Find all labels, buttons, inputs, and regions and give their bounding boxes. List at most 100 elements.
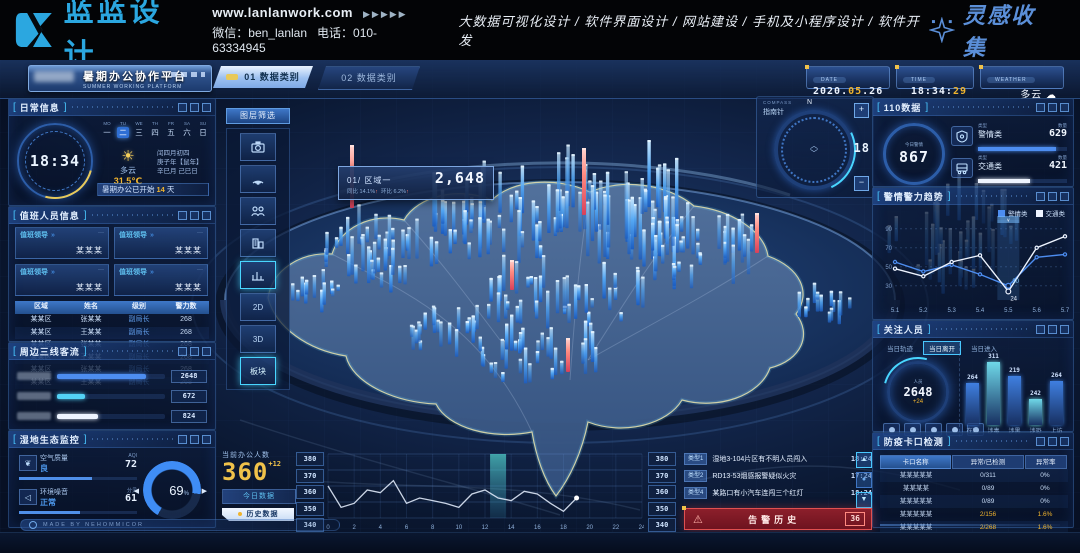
table-header-cell[interactable]: 级别 xyxy=(115,301,163,314)
dots-decoration: ··· xyxy=(98,230,104,236)
table-header-cell[interactable]: 姓名 xyxy=(67,301,115,314)
inspiration-collect[interactable]: 灵感收集 xyxy=(929,0,1058,62)
table-cell: 268 xyxy=(163,314,209,327)
yaxis-box: 350 xyxy=(648,502,676,516)
checkpoint-rate: 0% xyxy=(1024,482,1066,495)
alert-row[interactable]: 类型4某路口有小汽车连闯三个红灯18:24 xyxy=(684,486,872,500)
layer-button-building[interactable] xyxy=(240,229,276,257)
focus-bar-fill xyxy=(1050,381,1063,425)
svg-text:70: 70 xyxy=(885,246,892,252)
alert-down-button[interactable]: ▼ xyxy=(856,492,872,508)
restore-icon xyxy=(190,103,199,112)
restore-icon xyxy=(190,347,199,356)
lunar-line: 辛巳月 己巳日 xyxy=(157,167,203,176)
tab-data-category-2[interactable]: 02 数据类别 xyxy=(318,66,420,90)
air-quality-metric: ❦ 空气质量 良 AQI 72 xyxy=(19,453,137,480)
alert-row[interactable]: 类型2RD13-53烟感报警疑似火灾17:24 xyxy=(684,469,872,483)
checkpoint-row[interactable]: 某某某某某2/1561.6% xyxy=(880,508,1068,521)
svg-text:6: 6 xyxy=(405,525,409,531)
minimize-icon xyxy=(1036,103,1045,112)
weekday-cell[interactable]: SA六 xyxy=(181,121,193,138)
progress-bar xyxy=(978,147,1056,151)
focus-bar-value: 242 xyxy=(1025,390,1046,397)
svg-text:30: 30 xyxy=(885,284,892,290)
zoom-in-button[interactable]: + xyxy=(854,103,869,118)
focus-bar-value: 264 xyxy=(962,374,983,381)
window-controls[interactable] xyxy=(178,347,211,356)
weekday-en: WE xyxy=(133,121,145,126)
layer-button-板块[interactable]: 板块 xyxy=(240,357,276,385)
checkpoint-row[interactable]: 某某某某某0/3110% xyxy=(880,469,1068,482)
tab-indicator xyxy=(226,74,238,80)
layer-button-signal[interactable] xyxy=(240,165,276,193)
svg-text:90: 90 xyxy=(885,227,892,233)
layer-button-3D[interactable]: 3D xyxy=(240,325,276,353)
window-controls[interactable] xyxy=(178,435,211,444)
layer-button-camera[interactable] xyxy=(240,133,276,161)
expand-icon xyxy=(202,103,211,112)
focus-bar: 219涉黑 xyxy=(1008,376,1021,425)
focus-tab[interactable]: 当日轨迹 xyxy=(881,341,919,355)
window-controls[interactable] xyxy=(1036,103,1069,112)
minimize-icon xyxy=(178,435,187,444)
footer-icon xyxy=(29,521,37,529)
date-label: DATE xyxy=(813,77,846,83)
table-header-cell[interactable]: 警力数 xyxy=(163,301,209,314)
restore-icon xyxy=(1048,325,1057,334)
duty-card[interactable]: 值班领导»···某某某 xyxy=(114,227,208,259)
svg-text:5.6: 5.6 xyxy=(1032,308,1041,314)
focus-tab[interactable]: 当日离开 xyxy=(923,341,961,355)
window-controls[interactable] xyxy=(1036,437,1069,446)
layer-button-chart[interactable] xyxy=(240,261,276,289)
censored-label xyxy=(17,392,51,400)
layer-button-people[interactable] xyxy=(240,197,276,225)
panel-focus-people: [关注人员] 当日轨迹当日离开当日进入 人员 2648 +24 264在逃311… xyxy=(872,320,1074,432)
expand-icon xyxy=(1060,437,1069,446)
table-row[interactable]: 某某区王某某副局长268 xyxy=(15,327,209,340)
duty-card[interactable]: 值班领导»···某某某 xyxy=(114,264,208,296)
checkpoint-header-cell[interactable]: 异常率 xyxy=(1025,455,1067,469)
window-controls[interactable] xyxy=(1036,192,1069,201)
today-data-button[interactable]: 今日数据 xyxy=(222,489,296,504)
layer-button-2D[interactable]: 2D xyxy=(240,293,276,321)
panel-title: 值班人员信息 xyxy=(20,209,80,222)
window-controls[interactable] xyxy=(178,103,211,112)
alert-dot-button[interactable]: ● xyxy=(856,472,872,488)
table-header-cell[interactable]: 区域 xyxy=(15,301,67,314)
window-controls[interactable] xyxy=(1036,325,1069,334)
weekday-cell[interactable]: FR五 xyxy=(165,121,177,138)
window-controls[interactable] xyxy=(178,211,211,220)
svg-text:∨: ∨ xyxy=(1006,218,1010,224)
restore-icon xyxy=(1048,103,1057,112)
alarm-history-banner[interactable]: ⚠ 告警历史 36 xyxy=(684,508,872,530)
bottom-strip xyxy=(0,532,1080,553)
weekday-cell[interactable]: MO一 xyxy=(101,121,113,138)
weekday-cell[interactable]: TU二 xyxy=(117,121,129,138)
checkpoint-row[interactable]: 某某某某某0/890% xyxy=(880,495,1068,508)
focus-bar-fill xyxy=(966,383,979,425)
gauge-right-arrow[interactable]: ▶ xyxy=(202,487,207,495)
website-link[interactable]: www.lanlanwork.com xyxy=(212,5,353,20)
alert-up-button[interactable]: ▲ xyxy=(856,452,872,468)
checkpoint-checked: 0/311 xyxy=(952,469,1024,482)
checkpoint-header-cell[interactable]: 卡口名称 xyxy=(880,455,951,469)
tab-data-category-1[interactable]: 01 数据类别 xyxy=(213,66,313,88)
zoom-out-button[interactable]: − xyxy=(854,176,869,191)
alarm-history-count: 36 xyxy=(845,512,865,526)
weekday-cn: 日 xyxy=(197,127,209,138)
wechat-text: 微信：ben_lanlan xyxy=(212,26,307,40)
weekday-cell[interactable]: WE三 xyxy=(133,121,145,138)
table-row[interactable]: 某某区张某某副局长268 xyxy=(15,314,209,327)
weekday-cell[interactable]: TH四 xyxy=(149,121,161,138)
checkpoint-name: 某某某某某 xyxy=(880,508,952,521)
dots-decoration: ··· xyxy=(98,267,104,273)
compass-dial[interactable]: ︿﹀ xyxy=(774,110,854,190)
duty-card[interactable]: 值班领导»···某某某 xyxy=(15,227,109,259)
alert-row[interactable]: 类型1湿地3-104片区有不明人员闯入18:24 xyxy=(684,452,872,466)
weekday-cell[interactable]: SU日 xyxy=(197,121,209,138)
checkpoint-header-cell[interactable]: 异常/已检测 xyxy=(952,455,1023,469)
item-110-警情类: 类型警情类数量629 xyxy=(951,123,1067,153)
duty-card[interactable]: 值班领导»···某某某 xyxy=(15,264,109,296)
checkpoint-row[interactable]: 某某某某0/890% xyxy=(880,482,1068,495)
gauge-left-arrow[interactable]: ◀ xyxy=(134,487,139,495)
